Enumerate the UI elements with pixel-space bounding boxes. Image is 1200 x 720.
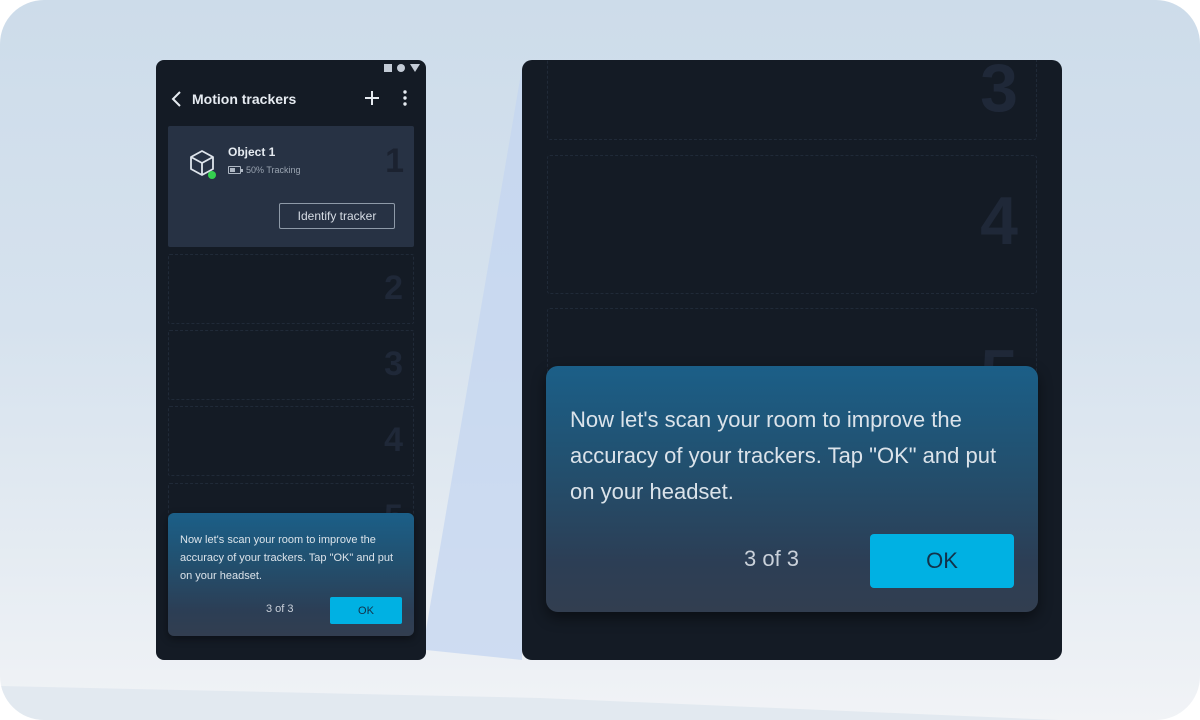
connected-status-dot: [208, 171, 216, 179]
tracker-card-4[interactable]: 4: [168, 406, 414, 476]
zoom-tracker-card-4[interactable]: 4: [547, 155, 1037, 294]
tracker-name: Object 1: [228, 145, 276, 159]
ok-button[interactable]: OK: [870, 534, 1014, 588]
tracker-card-2[interactable]: 2: [168, 254, 414, 324]
ok-button[interactable]: OK: [330, 597, 402, 624]
chevron-left-icon: [171, 91, 181, 107]
tooltip-message: Now let's scan your room to improve the …: [180, 534, 394, 582]
zoomed-view: 3 4 5 Now let's scan your room to improv…: [522, 60, 1062, 660]
phone-screen: Motion trackers Object 1 50% Tracking 1 …: [156, 60, 426, 660]
slot-number: 4: [980, 183, 1018, 259]
tooltip-message: Now let's scan your room to improve the …: [570, 407, 997, 504]
slot-number: 4: [384, 421, 403, 459]
more-options-button[interactable]: [398, 88, 412, 108]
back-button[interactable]: [170, 90, 184, 108]
slot-number: 3: [980, 60, 1018, 126]
square-icon: [384, 64, 392, 72]
tracker-card-1[interactable]: Object 1 50% Tracking 1 Identify tracker: [168, 126, 414, 247]
app-bar: Motion trackers: [156, 86, 426, 112]
slot-number: 3: [384, 345, 403, 383]
zoom-onboarding-tooltip: Now let's scan your room to improve the …: [546, 366, 1038, 612]
tracker-status-text: 50% Tracking: [246, 165, 301, 175]
tracker-card-3[interactable]: 3: [168, 330, 414, 400]
triangle-icon: [410, 64, 420, 72]
add-tracker-button[interactable]: [362, 88, 382, 108]
slot-number: 1: [385, 142, 404, 180]
step-indicator: 3 of 3: [266, 603, 294, 615]
onboarding-tooltip: Now let's scan your room to improve the …: [168, 513, 414, 636]
zoom-tracker-card-3[interactable]: 3: [547, 60, 1037, 140]
page-title: Motion trackers: [192, 91, 297, 107]
more-vertical-icon: [403, 90, 407, 106]
floor-shape: [0, 686, 1200, 720]
circle-icon: [397, 64, 405, 72]
identify-tracker-button[interactable]: Identify tracker: [279, 203, 395, 229]
status-bar: [384, 64, 420, 72]
plus-icon: [365, 91, 379, 105]
battery-icon: [228, 166, 243, 174]
step-indicator: 3 of 3: [744, 546, 800, 571]
tracker-status: 50% Tracking: [228, 165, 301, 175]
slot-number: 2: [384, 269, 403, 307]
